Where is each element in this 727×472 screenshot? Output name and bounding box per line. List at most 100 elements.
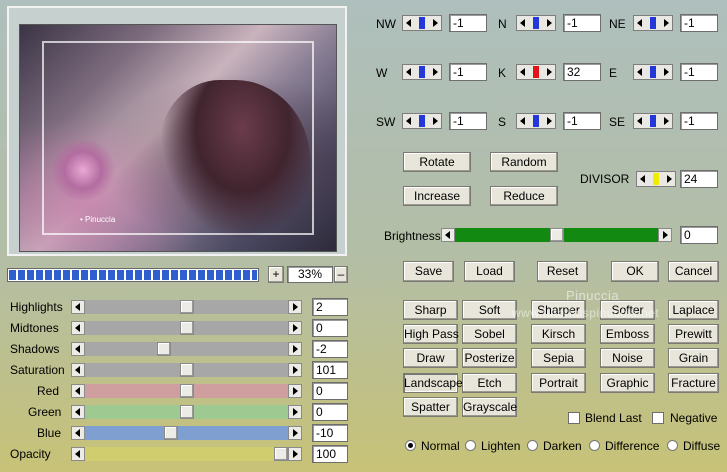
left-arrow-icon[interactable]	[640, 175, 645, 183]
matrix-field-e[interactable]: -1	[680, 63, 718, 81]
brightness-thumb[interactable]	[549, 228, 564, 242]
mode-radio-diffuse[interactable]	[667, 440, 678, 451]
adjust-left-arrow-blue[interactable]	[71, 426, 85, 440]
matrix-thumb-e[interactable]	[650, 66, 656, 78]
right-arrow-icon[interactable]	[547, 117, 552, 125]
preset-landscape[interactable]: Landscape	[403, 373, 463, 393]
adjust-thumb-green[interactable]	[179, 405, 194, 419]
brightness-right-arrow[interactable]	[658, 228, 672, 242]
left-arrow-icon[interactable]	[520, 19, 525, 27]
right-arrow-icon[interactable]	[664, 19, 669, 27]
save-button[interactable]: Save	[403, 261, 454, 282]
adjust-thumb-saturation[interactable]	[179, 363, 194, 377]
matrix-thumb-nw[interactable]	[419, 17, 425, 29]
matrix-spinner-nw[interactable]	[402, 15, 442, 31]
left-arrow-icon[interactable]	[406, 68, 411, 76]
adjust-field-saturation[interactable]: 101	[312, 361, 348, 379]
right-arrow-icon[interactable]	[433, 117, 438, 125]
matrix-thumb-sw[interactable]	[419, 115, 425, 127]
right-arrow-icon[interactable]	[664, 68, 669, 76]
preset-draw[interactable]: Draw	[403, 348, 458, 368]
preset-graphic[interactable]: Graphic	[600, 373, 655, 393]
preset-prewitt[interactable]: Prewitt	[668, 324, 719, 344]
preset-kirsch[interactable]: Kirsch	[531, 324, 586, 344]
random-button[interactable]: Random	[490, 152, 558, 172]
preset-fracture[interactable]: Fracture	[668, 373, 719, 393]
mode-radio-difference[interactable]	[589, 440, 600, 451]
matrix-field-s[interactable]: -1	[563, 112, 601, 130]
left-arrow-icon[interactable]	[637, 68, 642, 76]
reduce-button[interactable]: Reduce	[490, 186, 558, 206]
preset-noise[interactable]: Noise	[600, 348, 655, 368]
matrix-thumb-s[interactable]	[533, 115, 539, 127]
preset-sobel[interactable]: Sobel	[462, 324, 517, 344]
adjust-left-arrow-green[interactable]	[71, 405, 85, 419]
right-arrow-icon[interactable]	[547, 19, 552, 27]
adjust-track-opacity[interactable]	[85, 447, 288, 461]
preset-sharp[interactable]: Sharp	[403, 300, 458, 320]
adjust-left-arrow-highlights[interactable]	[71, 300, 85, 314]
adjust-field-opacity[interactable]: 100	[312, 445, 348, 463]
left-arrow-icon[interactable]	[406, 19, 411, 27]
left-arrow-icon[interactable]	[637, 117, 642, 125]
matrix-thumb-se[interactable]	[650, 115, 656, 127]
right-arrow-icon[interactable]	[433, 19, 438, 27]
left-arrow-icon[interactable]	[520, 68, 525, 76]
matrix-thumb-ne[interactable]	[650, 17, 656, 29]
matrix-thumb-w[interactable]	[419, 66, 425, 78]
adjust-right-arrow-red[interactable]	[288, 384, 302, 398]
divisor-thumb[interactable]	[653, 173, 659, 185]
matrix-spinner-ne[interactable]	[633, 15, 673, 31]
brightness-left-arrow[interactable]	[441, 228, 455, 242]
blend-last-checkbox[interactable]	[568, 412, 580, 424]
left-arrow-icon[interactable]	[520, 117, 525, 125]
matrix-spinner-k[interactable]	[516, 64, 556, 80]
adjust-field-green[interactable]: 0	[312, 403, 348, 421]
load-button[interactable]: Load	[464, 261, 515, 282]
adjust-thumb-opacity[interactable]	[274, 447, 288, 461]
adjust-left-arrow-red[interactable]	[71, 384, 85, 398]
mode-radio-lighten[interactable]	[465, 440, 476, 451]
adjust-thumb-red[interactable]	[179, 384, 194, 398]
preset-soft[interactable]: Soft	[462, 300, 517, 320]
adjust-field-highlights[interactable]: 2	[312, 298, 348, 316]
adjust-right-arrow-shadows[interactable]	[288, 342, 302, 356]
adjust-left-arrow-saturation[interactable]	[71, 363, 85, 377]
adjust-field-midtones[interactable]: 0	[312, 319, 348, 337]
adjust-right-arrow-green[interactable]	[288, 405, 302, 419]
adjust-left-arrow-opacity[interactable]	[71, 447, 85, 461]
matrix-spinner-s[interactable]	[516, 113, 556, 129]
matrix-spinner-w[interactable]	[402, 64, 442, 80]
right-arrow-icon[interactable]	[547, 68, 552, 76]
adjust-field-shadows[interactable]: -2	[312, 340, 348, 358]
preset-grain[interactable]: Grain	[668, 348, 719, 368]
adjust-right-arrow-opacity[interactable]	[288, 447, 302, 461]
preset-emboss[interactable]: Emboss	[600, 324, 655, 344]
preset-posterize[interactable]: Posterize	[462, 348, 517, 368]
preset-grayscale[interactable]: Grayscale	[462, 397, 517, 417]
brightness-field[interactable]: 0	[680, 226, 718, 244]
adjust-thumb-blue[interactable]	[164, 426, 179, 440]
matrix-spinner-sw[interactable]	[402, 113, 442, 129]
adjust-right-arrow-blue[interactable]	[288, 426, 302, 440]
adjust-thumb-highlights[interactable]	[179, 300, 194, 314]
matrix-field-ne[interactable]: -1	[680, 14, 718, 32]
mode-radio-normal[interactable]	[405, 440, 416, 451]
adjust-left-arrow-shadows[interactable]	[71, 342, 85, 356]
zoom-in-button[interactable]: +	[268, 266, 284, 283]
matrix-field-nw[interactable]: -1	[449, 14, 487, 32]
adjust-track-blue[interactable]	[85, 426, 288, 440]
adjust-right-arrow-saturation[interactable]	[288, 363, 302, 377]
cancel-button[interactable]: Cancel	[668, 261, 719, 282]
ok-button[interactable]: OK	[611, 261, 659, 282]
zoom-out-button[interactable]: –	[334, 266, 348, 283]
matrix-field-n[interactable]: -1	[563, 14, 601, 32]
matrix-spinner-e[interactable]	[633, 64, 673, 80]
mode-radio-darken[interactable]	[527, 440, 538, 451]
right-arrow-icon[interactable]	[664, 117, 669, 125]
adjust-left-arrow-midtones[interactable]	[71, 321, 85, 335]
left-arrow-icon[interactable]	[406, 117, 411, 125]
matrix-field-k[interactable]: 32	[563, 63, 601, 81]
matrix-field-w[interactable]: -1	[449, 63, 487, 81]
zoom-field[interactable]: 33%	[287, 266, 333, 283]
